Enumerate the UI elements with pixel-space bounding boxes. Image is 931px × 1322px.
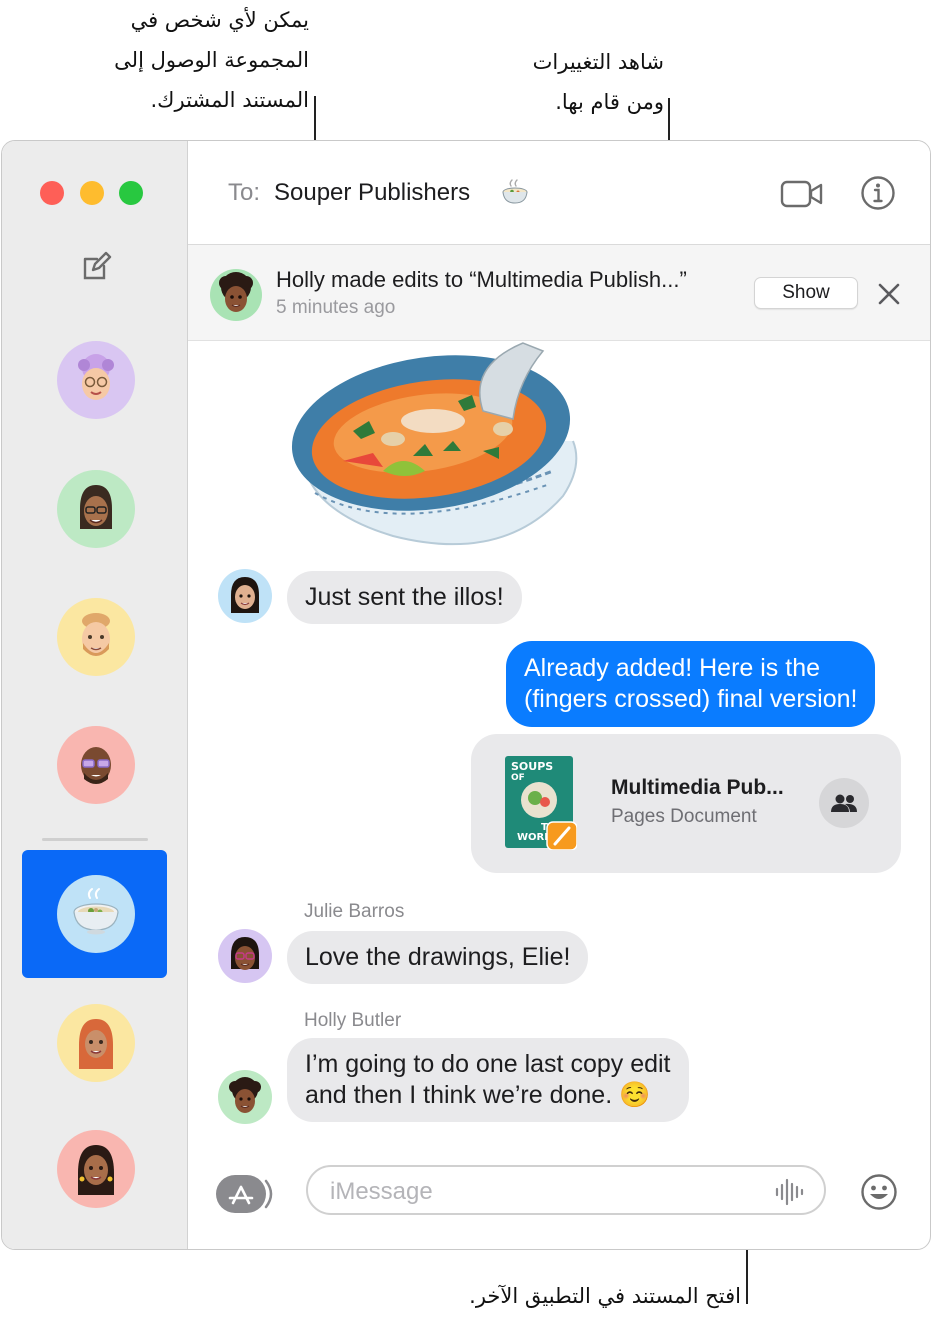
sidebar xyxy=(2,141,188,1249)
memoji-icon xyxy=(82,613,110,656)
message-bubble-outgoing[interactable]: Already added! Here is the (fingers cros… xyxy=(506,641,876,727)
callout-line: المجموعة الوصول إلى xyxy=(114,48,309,72)
document-type: Pages Document xyxy=(611,806,757,827)
memoji-icon xyxy=(231,577,259,613)
cover-title: SOUPS xyxy=(511,760,553,773)
message-bubble[interactable]: Just sent the illos! xyxy=(287,571,522,624)
show-button[interactable]: Show xyxy=(754,277,858,309)
document-thumbnail: SOUPS OF THE WORLD xyxy=(505,756,577,850)
conversation-avatar-6[interactable] xyxy=(57,1004,135,1082)
avatar xyxy=(218,1070,272,1124)
message-composer: iMessage xyxy=(188,1161,930,1231)
memoji-icon xyxy=(78,354,114,400)
conversation-avatar-7[interactable] xyxy=(57,1130,135,1208)
minimize-window-button[interactable] xyxy=(80,181,104,205)
callout-line: شاهد التغييرات xyxy=(532,50,664,74)
callout-line: يمكن لأي شخص في xyxy=(130,8,309,32)
compose-icon[interactable] xyxy=(80,251,112,283)
zoom-window-button[interactable] xyxy=(119,181,143,205)
banner-title: Holly made edits to “Multimedia Publish.… xyxy=(276,267,687,292)
memoji-icon xyxy=(79,1019,113,1069)
callout-line: ومن قام بها. xyxy=(555,90,664,114)
conversation-transcript: Just sent the illos! Already added! Here… xyxy=(188,341,930,1141)
avatar xyxy=(210,269,262,321)
message-line: and then I think we’re done. ☺️ xyxy=(305,1081,651,1109)
sidebar-divider xyxy=(42,838,148,841)
memoji-icon xyxy=(219,272,253,312)
emoji-icon[interactable] xyxy=(860,1173,898,1211)
memoji-icon xyxy=(80,485,112,529)
callout-group-access: يمكن لأي شخص في المجموعة الوصول إلى المس… xyxy=(114,0,309,120)
avatar xyxy=(218,929,272,983)
memoji-icon xyxy=(229,1077,261,1113)
info-icon[interactable] xyxy=(860,175,896,211)
message-line: (fingers crossed) final version! xyxy=(524,685,858,713)
video-camera-icon[interactable] xyxy=(780,179,824,209)
sender-name: Julie Barros xyxy=(304,901,405,922)
banner-timestamp: 5 minutes ago xyxy=(276,297,396,318)
document-title: Multimedia Pub... xyxy=(611,776,784,799)
edit-notification-banner: Holly made edits to “Multimedia Publish.… xyxy=(188,245,930,341)
soup-bowl-icon xyxy=(502,179,528,204)
conversation-avatar-souper-publishers[interactable] xyxy=(57,875,135,953)
to-label: To: xyxy=(228,179,261,206)
soup-illustration-image[interactable] xyxy=(283,341,583,553)
collaboration-button[interactable] xyxy=(819,778,869,828)
soup-bowl-icon xyxy=(73,888,119,935)
cover-title: OF xyxy=(511,773,525,783)
close-icon[interactable] xyxy=(876,281,902,307)
people-icon xyxy=(831,794,857,812)
message-line: Already added! Here is the xyxy=(524,654,821,682)
avatar xyxy=(218,569,272,623)
callout-line: المستند المشترك. xyxy=(150,88,310,112)
sender-name: Holly Butler xyxy=(304,1010,402,1031)
callout-see-changes: شاهد التغييرات ومن قام بها. xyxy=(533,42,664,122)
conversation-header: To: Souper Publishers xyxy=(188,141,930,245)
conversation-avatar-2[interactable] xyxy=(57,470,135,548)
memoji-icon xyxy=(81,747,111,784)
memoji-icon xyxy=(231,937,259,970)
message-line: I’m going to do one last copy edit xyxy=(305,1050,671,1078)
messages-window: To: Souper Publishers Holly made edits t… xyxy=(1,140,931,1250)
app-store-button[interactable] xyxy=(216,1175,276,1213)
conversation-avatar-4[interactable] xyxy=(57,726,135,804)
conversation-avatar-3[interactable] xyxy=(57,598,135,676)
message-input[interactable]: iMessage xyxy=(306,1165,826,1215)
conversation-avatar-1[interactable] xyxy=(57,341,135,419)
message-bubble[interactable]: I’m going to do one last copy edit and t… xyxy=(287,1038,689,1122)
shared-document-card[interactable]: SOUPS OF THE WORLD Multimedia Pub... Pag… xyxy=(471,734,901,873)
callout-open-doc: افتح المستند في التطبيق الآخر. xyxy=(469,1284,741,1308)
close-window-button[interactable] xyxy=(40,181,64,205)
audio-message-icon[interactable] xyxy=(774,1178,806,1206)
message-bubble[interactable]: Love the drawings, Elie! xyxy=(287,931,589,984)
recipient-name[interactable]: Souper Publishers xyxy=(274,179,470,207)
memoji-icon xyxy=(78,1145,114,1195)
